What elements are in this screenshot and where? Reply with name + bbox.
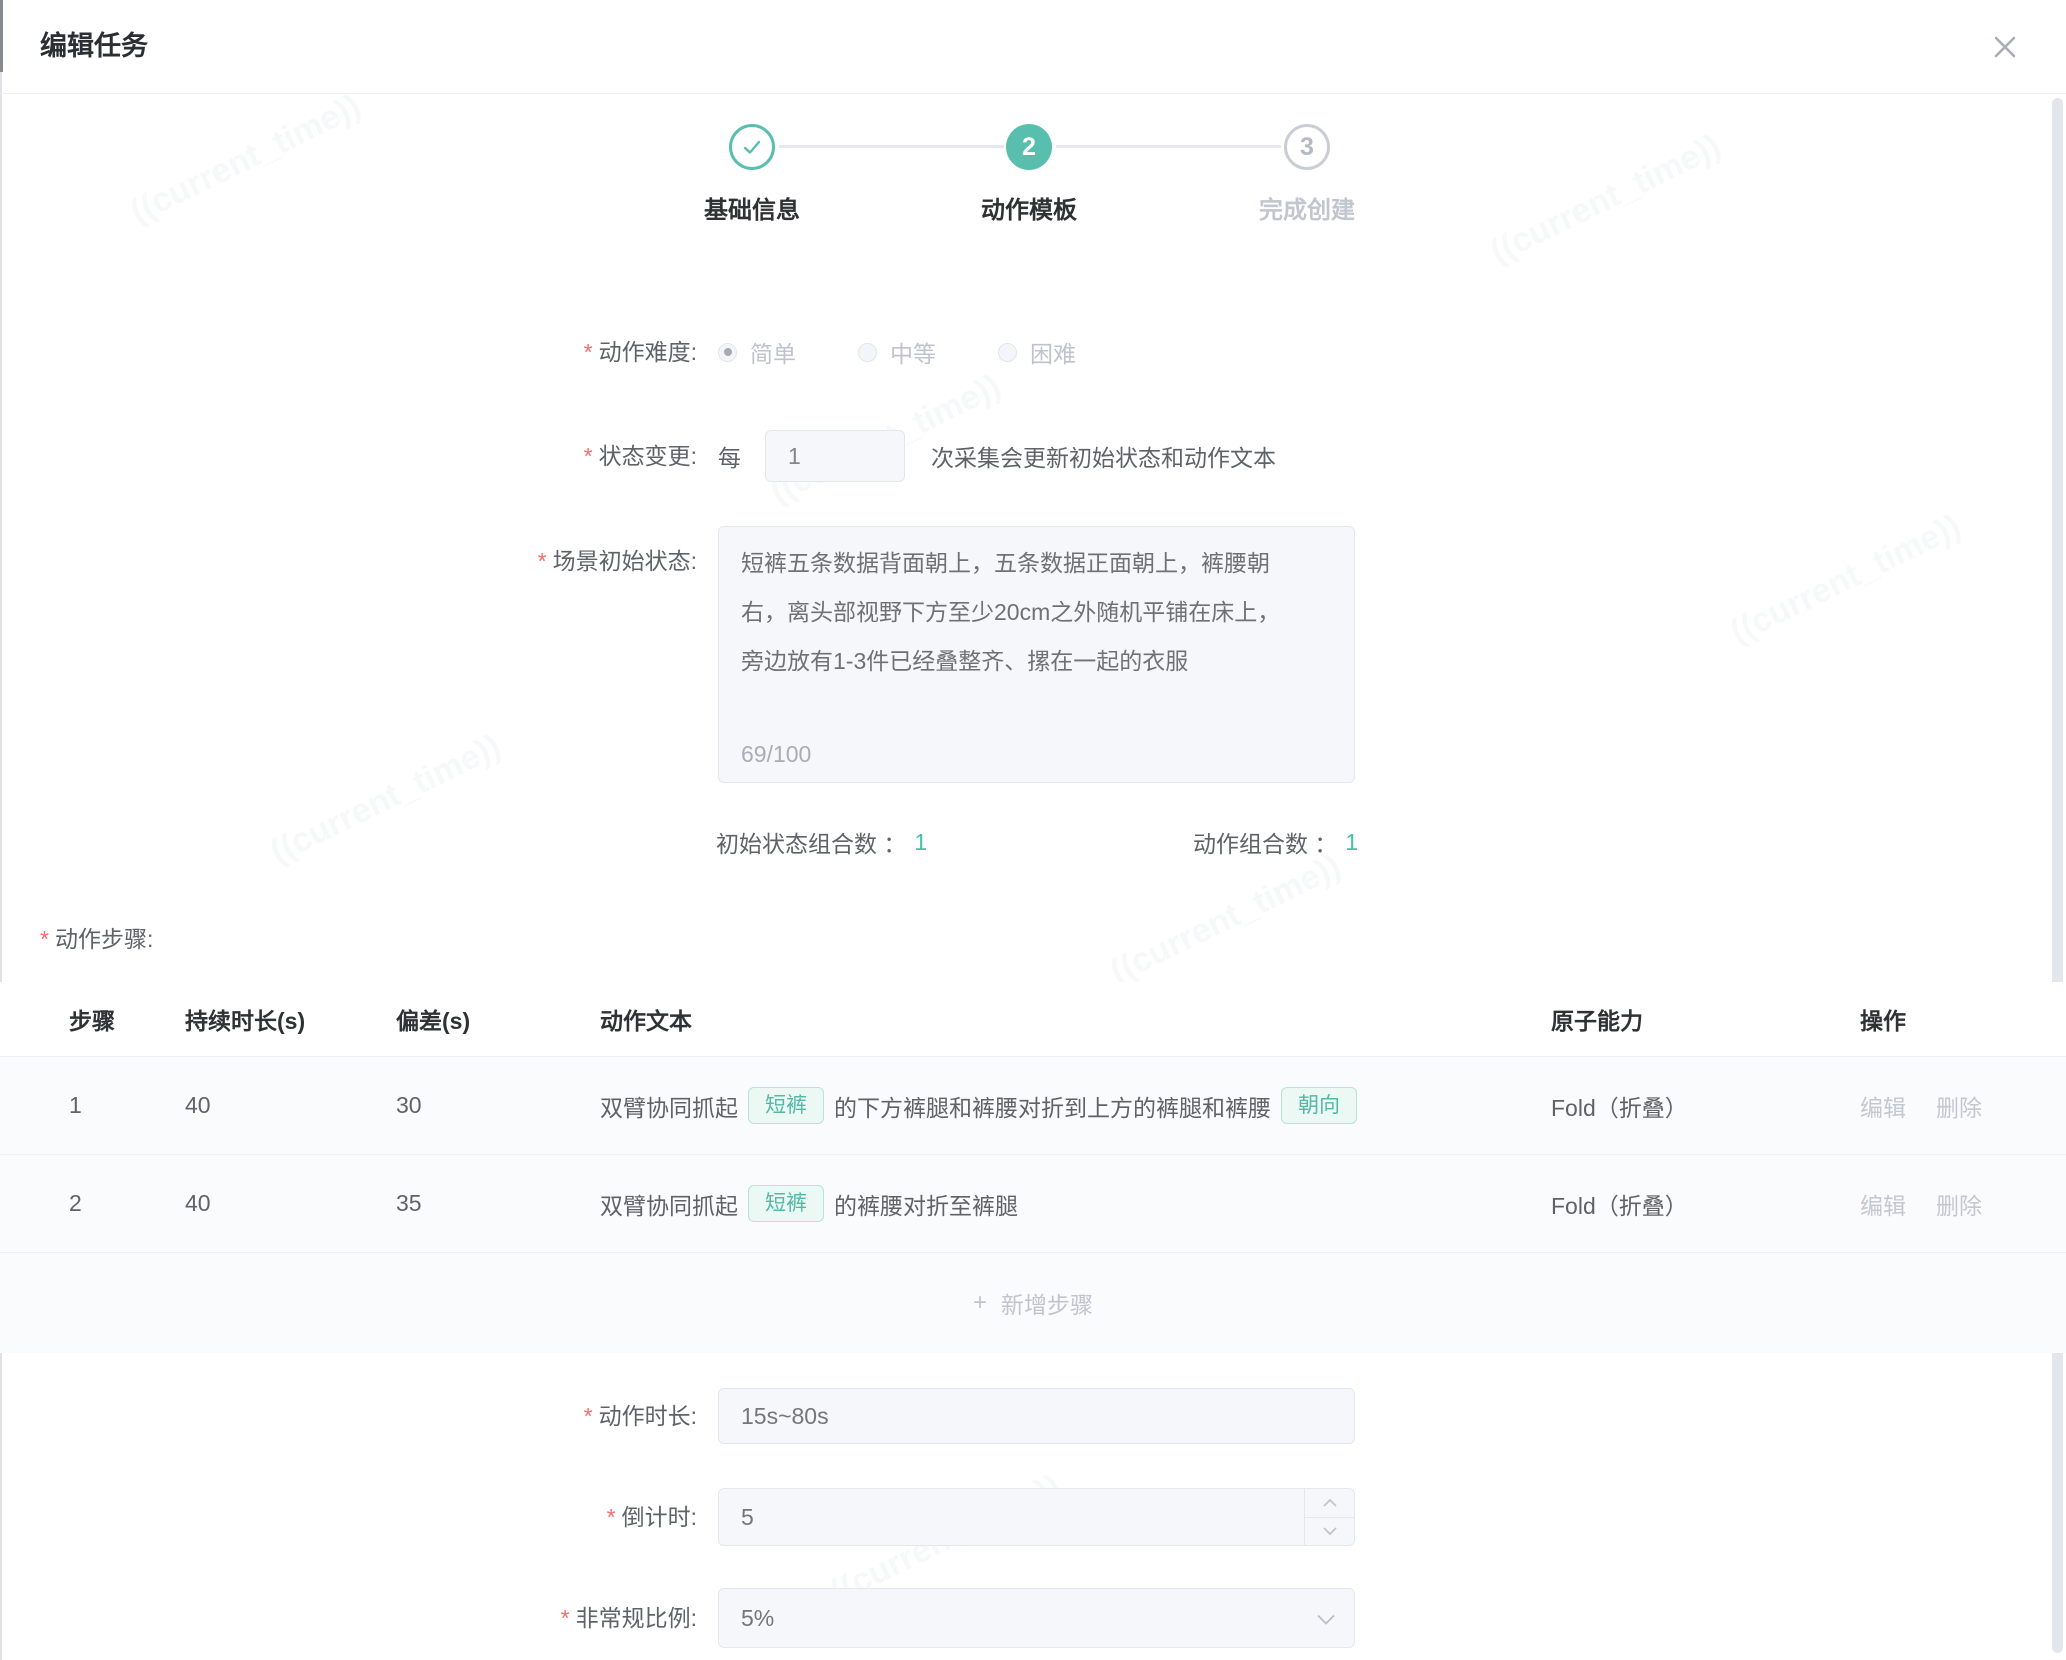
action-duration-label: *动作时长: xyxy=(0,1388,697,1444)
dialog-title: 编辑任务 xyxy=(40,0,148,92)
combo-label: 初始状态组合数 ： xyxy=(716,825,906,859)
required-mark: * xyxy=(607,1504,616,1530)
watermark: ((current_time)) xyxy=(1484,127,1727,272)
cell-ability: Fold（折叠） xyxy=(1551,1187,1854,1221)
cell-deviation: 35 xyxy=(396,1190,600,1217)
step-connector xyxy=(1056,145,1281,148)
step-3-label: 完成创建 xyxy=(1197,190,1417,225)
radio-hard[interactable]: 困难 xyxy=(998,335,1076,369)
combo-label: 动作组合数 ： xyxy=(1193,825,1337,859)
edit-task-dialog: ((current_time)) ((current_time)) ((curr… xyxy=(0,0,2066,1660)
countdown-label: *倒计时: xyxy=(0,1488,697,1546)
col-action-text: 动作文本 xyxy=(600,1002,1551,1036)
state-change-suffix: 次采集会更新初始状态和动作文本 xyxy=(931,430,1276,482)
radio-medium[interactable]: 中等 xyxy=(858,335,936,369)
cell-ability: Fold（折叠） xyxy=(1551,1089,1854,1123)
add-step-button[interactable]: + 新增步骤 xyxy=(0,1253,2066,1353)
state-change-input[interactable]: 1 xyxy=(765,430,905,482)
difficulty-row: *动作难度: 简单 中等 困难 xyxy=(0,330,2066,374)
state-change-row: *状态变更: 每 1 次采集会更新初始状态和动作文本 xyxy=(0,430,2066,482)
initial-state-textarea[interactable]: 短裤五条数据背面朝上，五条数据正面朝上，裤腰朝右，离头部视野下方至少20cm之外… xyxy=(718,526,1355,783)
step-1-circle xyxy=(729,124,775,170)
col-actions: 操作 xyxy=(1854,1002,2066,1036)
action-steps-label: *动作步骤: xyxy=(40,920,153,954)
plus-icon: + xyxy=(973,1289,987,1317)
increase-button[interactable] xyxy=(1305,1489,1354,1517)
cell-action-text: 双臂协同抓起 短裤 的裤腰对折至裤腿 xyxy=(600,1185,1551,1222)
col-step: 步骤 xyxy=(0,1002,185,1036)
step-2-circle: 2 xyxy=(1006,124,1052,170)
step-connector xyxy=(779,145,1004,148)
watermark: ((current_time)) xyxy=(264,727,507,872)
cell-duration: 40 xyxy=(185,1190,396,1217)
required-mark: * xyxy=(561,1605,570,1631)
action-duration-row: *动作时长: 15s~80s xyxy=(0,1388,2066,1444)
chevron-up-icon xyxy=(1322,1498,1338,1508)
radio-label: 中等 xyxy=(890,335,936,369)
decrease-button[interactable] xyxy=(1305,1517,1354,1546)
combo-value: 1 xyxy=(914,829,927,856)
countdown-input[interactable]: 5 xyxy=(718,1488,1355,1546)
col-deviation: 偏差(s) xyxy=(396,1002,600,1036)
unusual-ratio-label: *非常规比例: xyxy=(0,1588,697,1648)
table-header: 步骤 持续时长(s) 偏差(s) 动作文本 原子能力 操作 xyxy=(0,982,2066,1056)
initial-state-value: 短裤五条数据背面朝上，五条数据正面朝上，裤腰朝右，离头部视野下方至少20cm之外… xyxy=(741,539,1286,686)
required-mark: * xyxy=(40,926,49,952)
radio-circle-checked xyxy=(718,343,737,362)
action-duration-input[interactable]: 15s~80s xyxy=(718,1388,1355,1444)
unusual-ratio-select[interactable]: 5% xyxy=(718,1588,1355,1648)
action-combos: 动作组合数 ： 1 xyxy=(1193,822,1358,862)
edit-link[interactable]: 编辑 xyxy=(1860,1089,1906,1123)
object-tag: 短裤 xyxy=(748,1185,824,1222)
watermark: ((current_time)) xyxy=(1104,847,1347,992)
cell-deviation: 30 xyxy=(396,1092,600,1119)
table-row: 1 40 30 双臂协同抓起 短裤 的下方裤腿和裤腰对折到上方的裤腿和裤腰 朝向… xyxy=(0,1056,2066,1155)
state-change-prefix: 每 xyxy=(718,430,741,482)
required-mark: * xyxy=(584,339,593,365)
required-mark: * xyxy=(538,548,547,574)
chevron-down-icon xyxy=(1322,1526,1338,1536)
dialog-header: 编辑任务 xyxy=(0,0,2066,94)
countdown-row: *倒计时: 5 xyxy=(0,1488,2066,1546)
close-icon[interactable] xyxy=(1990,32,2020,62)
step-3-number: 3 xyxy=(1300,133,1314,162)
delete-link[interactable]: 删除 xyxy=(1936,1187,1982,1221)
cell-action-text: 双臂协同抓起 短裤 的下方裤腿和裤腰对折到上方的裤腿和裤腰 朝向 xyxy=(600,1087,1551,1124)
initial-state-label: *场景初始状态: xyxy=(0,542,697,576)
char-counter: 69/100 xyxy=(741,741,811,768)
watermark: ((current_time)) xyxy=(1724,507,1967,652)
step-2-label: 动作模板 xyxy=(919,190,1139,225)
cell-step: 2 xyxy=(0,1190,185,1217)
col-ability: 原子能力 xyxy=(1551,1002,1854,1036)
chevron-down-icon xyxy=(1316,1605,1336,1632)
state-change-label: *状态变更: xyxy=(0,430,697,482)
radio-circle xyxy=(858,343,877,362)
radio-simple[interactable]: 简单 xyxy=(718,335,796,369)
step-2-number: 2 xyxy=(1022,133,1036,162)
step-1-label: 基础信息 xyxy=(642,190,862,225)
required-mark: * xyxy=(584,1403,593,1429)
combo-value: 1 xyxy=(1345,829,1358,856)
watermark: ((current_time)) xyxy=(124,87,367,232)
check-icon xyxy=(740,135,764,159)
radio-label: 困难 xyxy=(1030,335,1076,369)
radio-label: 简单 xyxy=(750,335,796,369)
col-duration: 持续时长(s) xyxy=(185,1002,396,1036)
radio-circle xyxy=(998,343,1017,362)
step-3-circle: 3 xyxy=(1284,124,1330,170)
required-mark: * xyxy=(584,443,593,469)
action-steps-table: 步骤 持续时长(s) 偏差(s) 动作文本 原子能力 操作 1 40 30 双臂… xyxy=(0,982,2066,1353)
initial-state-combos: 初始状态组合数 ： 1 xyxy=(716,822,927,862)
unusual-ratio-row: *非常规比例: 5% xyxy=(0,1588,2066,1648)
orientation-tag: 朝向 xyxy=(1281,1087,1357,1124)
difficulty-label: *动作难度: xyxy=(0,330,697,374)
table-row: 2 40 35 双臂协同抓起 短裤 的裤腰对折至裤腿 Fold（折叠） 编辑 删… xyxy=(0,1155,2066,1253)
cell-step: 1 xyxy=(0,1092,185,1119)
edit-link[interactable]: 编辑 xyxy=(1860,1187,1906,1221)
cell-duration: 40 xyxy=(185,1092,396,1119)
difficulty-radio-group: 简单 中等 困难 xyxy=(718,330,1138,374)
delete-link[interactable]: 删除 xyxy=(1936,1089,1982,1123)
object-tag: 短裤 xyxy=(748,1087,824,1124)
